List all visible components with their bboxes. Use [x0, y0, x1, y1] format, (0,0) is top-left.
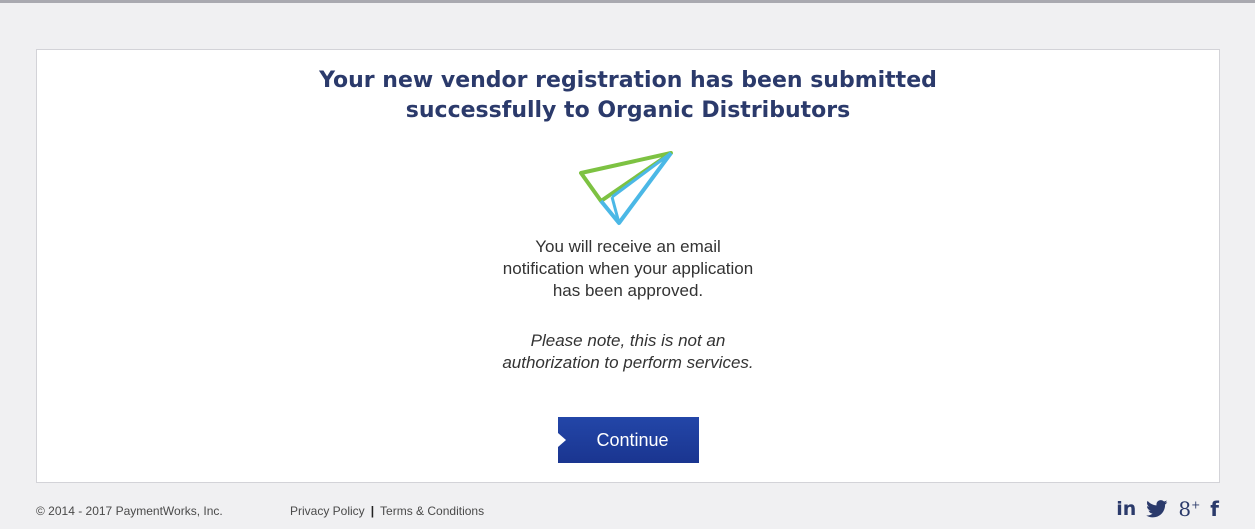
top-border — [0, 0, 1255, 3]
confirmation-card: Your new vendor registration has been su… — [36, 49, 1220, 483]
message-line-3: has been approved. — [552, 281, 704, 300]
linkedin-icon[interactable]: in — [1116, 498, 1136, 520]
twitter-icon[interactable] — [1146, 500, 1168, 518]
continue-button[interactable]: Continue — [558, 417, 699, 463]
gplus-plus: + — [1191, 498, 1201, 512]
headline-line-2: successfully to Organic Distributors — [405, 98, 851, 123]
authorization-note: Please note, this is not an authorizatio… — [37, 330, 1219, 374]
email-notification-message: You will receive an email notification w… — [37, 236, 1219, 302]
continue-button-label: Continue — [596, 429, 669, 450]
note-line-1: Please note, this is not an — [530, 331, 726, 350]
page-title: Your new vendor registration has been su… — [37, 66, 1219, 126]
terms-conditions-link[interactable]: Terms & Conditions — [380, 504, 484, 518]
legal-links: Privacy Policy | Terms & Conditions — [290, 504, 484, 518]
link-separator: | — [370, 504, 375, 518]
message-line-2: notification when your application — [502, 259, 754, 278]
paper-plane-icon — [579, 151, 673, 225]
footer: © 2014 - 2017 PaymentWorks, Inc. Privacy… — [0, 496, 1255, 526]
arrow-right-icon — [558, 433, 566, 447]
social-links: in 8+ f — [1106, 497, 1219, 521]
gplus-glyph: 8 — [1178, 497, 1192, 521]
privacy-policy-link[interactable]: Privacy Policy — [290, 504, 365, 518]
copyright-text: © 2014 - 2017 PaymentWorks, Inc. — [36, 504, 223, 518]
message-line-1: You will receive an email — [535, 237, 721, 256]
google-plus-icon[interactable]: 8+ — [1178, 497, 1200, 521]
headline-line-1: Your new vendor registration has been su… — [319, 68, 937, 93]
note-line-2: authorization to perform services. — [502, 353, 754, 372]
facebook-icon[interactable]: f — [1210, 497, 1219, 521]
